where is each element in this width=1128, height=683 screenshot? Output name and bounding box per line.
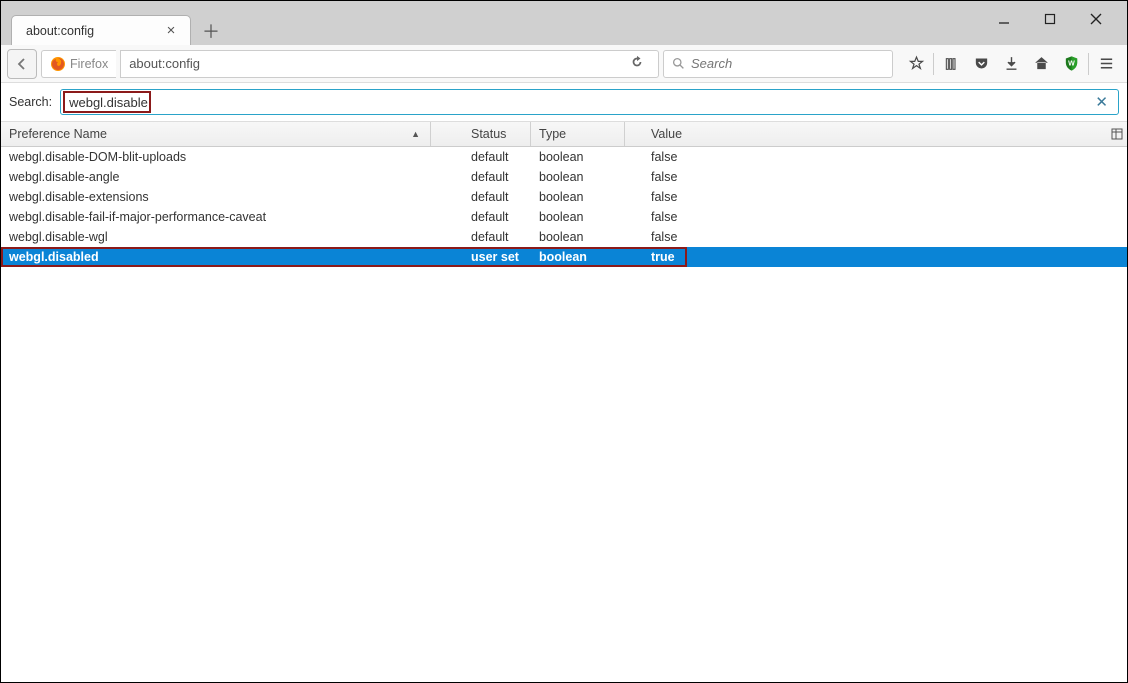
pref-type: boolean (531, 230, 625, 244)
col-header-status[interactable]: Status (431, 122, 531, 146)
close-tab-icon[interactable]: × (162, 22, 180, 40)
tab-title: about:config (26, 24, 152, 38)
col-header-name[interactable]: Preference Name ▲ (1, 122, 431, 146)
col-header-type[interactable]: Type (531, 122, 625, 146)
pref-value: true (625, 250, 1127, 264)
clear-search-icon[interactable]: ✕ (1093, 93, 1110, 111)
pref-value: false (625, 170, 1127, 184)
pref-value: false (625, 230, 1127, 244)
pocket-icon[interactable] (966, 49, 996, 79)
pref-status: default (431, 210, 531, 224)
firefox-icon (50, 56, 66, 72)
col-header-type-label: Type (539, 127, 566, 141)
bookmark-star-icon[interactable] (901, 49, 931, 79)
pref-name: webgl.disable-DOM-blit-uploads (1, 150, 431, 164)
navbar: Firefox W (1, 45, 1127, 83)
pref-status: default (431, 230, 531, 244)
pref-type: boolean (531, 190, 625, 204)
pref-name: webgl.disable-angle (1, 170, 431, 184)
toolbar-icons: W (901, 49, 1121, 79)
browser-tab[interactable]: about:config × (11, 15, 191, 45)
config-search-box[interactable]: ✕ (60, 89, 1119, 115)
pref-name: webgl.disable-fail-if-major-performance-… (1, 210, 431, 224)
identity-box[interactable]: Firefox (41, 50, 116, 78)
toolbar-separator (1088, 53, 1089, 75)
pref-status: default (431, 170, 531, 184)
config-search-row: Search: ✕ (1, 83, 1127, 121)
pref-status: default (431, 190, 531, 204)
minimize-button[interactable] (981, 5, 1027, 33)
pref-type: boolean (531, 210, 625, 224)
downloads-icon[interactable] (996, 49, 1026, 79)
config-search-label: Search: (9, 95, 52, 109)
pref-row[interactable]: webgl.disable-fail-if-major-performance-… (1, 207, 1127, 227)
menu-icon[interactable] (1091, 49, 1121, 79)
pref-type: boolean (531, 250, 625, 264)
pref-value: false (625, 210, 1127, 224)
pref-table-body: webgl.disable-DOM-blit-uploads default b… (1, 147, 1127, 267)
titlebar: about:config × ＋ (1, 1, 1127, 45)
pref-table-header: Preference Name ▲ Status Type Value (1, 121, 1127, 147)
pref-value: false (625, 190, 1127, 204)
pref-value: false (625, 150, 1127, 164)
identity-label: Firefox (70, 57, 108, 71)
pref-row[interactable]: webgl.disable-extensions default boolean… (1, 187, 1127, 207)
column-picker-icon[interactable] (1107, 122, 1127, 146)
window-controls (981, 5, 1119, 33)
pref-row[interactable]: webgl.disable-wgl default boolean false (1, 227, 1127, 247)
nav-search-input[interactable] (691, 56, 884, 71)
col-header-value[interactable]: Value (625, 122, 1107, 146)
tabs-row: about:config × ＋ (1, 1, 225, 45)
config-search-input[interactable] (69, 95, 1093, 110)
pref-row[interactable]: webgl.disable-DOM-blit-uploads default b… (1, 147, 1127, 167)
col-header-name-label: Preference Name (9, 127, 107, 141)
search-icon (672, 57, 685, 70)
close-window-button[interactable] (1073, 5, 1119, 33)
pref-row[interactable]: webgl.disable-angle default boolean fals… (1, 167, 1127, 187)
svg-text:W: W (1068, 60, 1075, 68)
url-input[interactable] (129, 56, 624, 71)
urlbar[interactable] (120, 50, 659, 78)
pref-row-selected[interactable]: webgl.disabled user set boolean true (1, 247, 1127, 267)
pref-name: webgl.disable-extensions (1, 190, 431, 204)
pref-type: boolean (531, 150, 625, 164)
col-header-status-label: Status (471, 127, 506, 141)
pref-status: user set (431, 250, 531, 264)
reload-icon[interactable] (624, 55, 650, 72)
sort-asc-icon: ▲ (411, 129, 420, 139)
back-button[interactable] (7, 49, 37, 79)
maximize-button[interactable] (1027, 5, 1073, 33)
library-icon[interactable] (936, 49, 966, 79)
pref-type: boolean (531, 170, 625, 184)
pref-name: webgl.disabled (1, 250, 431, 264)
pref-status: default (431, 150, 531, 164)
nav-searchbar[interactable] (663, 50, 893, 78)
toolbar-separator (933, 53, 934, 75)
pref-name: webgl.disable-wgl (1, 230, 431, 244)
new-tab-button[interactable]: ＋ (197, 17, 225, 45)
col-header-value-label: Value (651, 127, 682, 141)
home-icon[interactable] (1026, 49, 1056, 79)
shield-addon-icon[interactable]: W (1056, 49, 1086, 79)
